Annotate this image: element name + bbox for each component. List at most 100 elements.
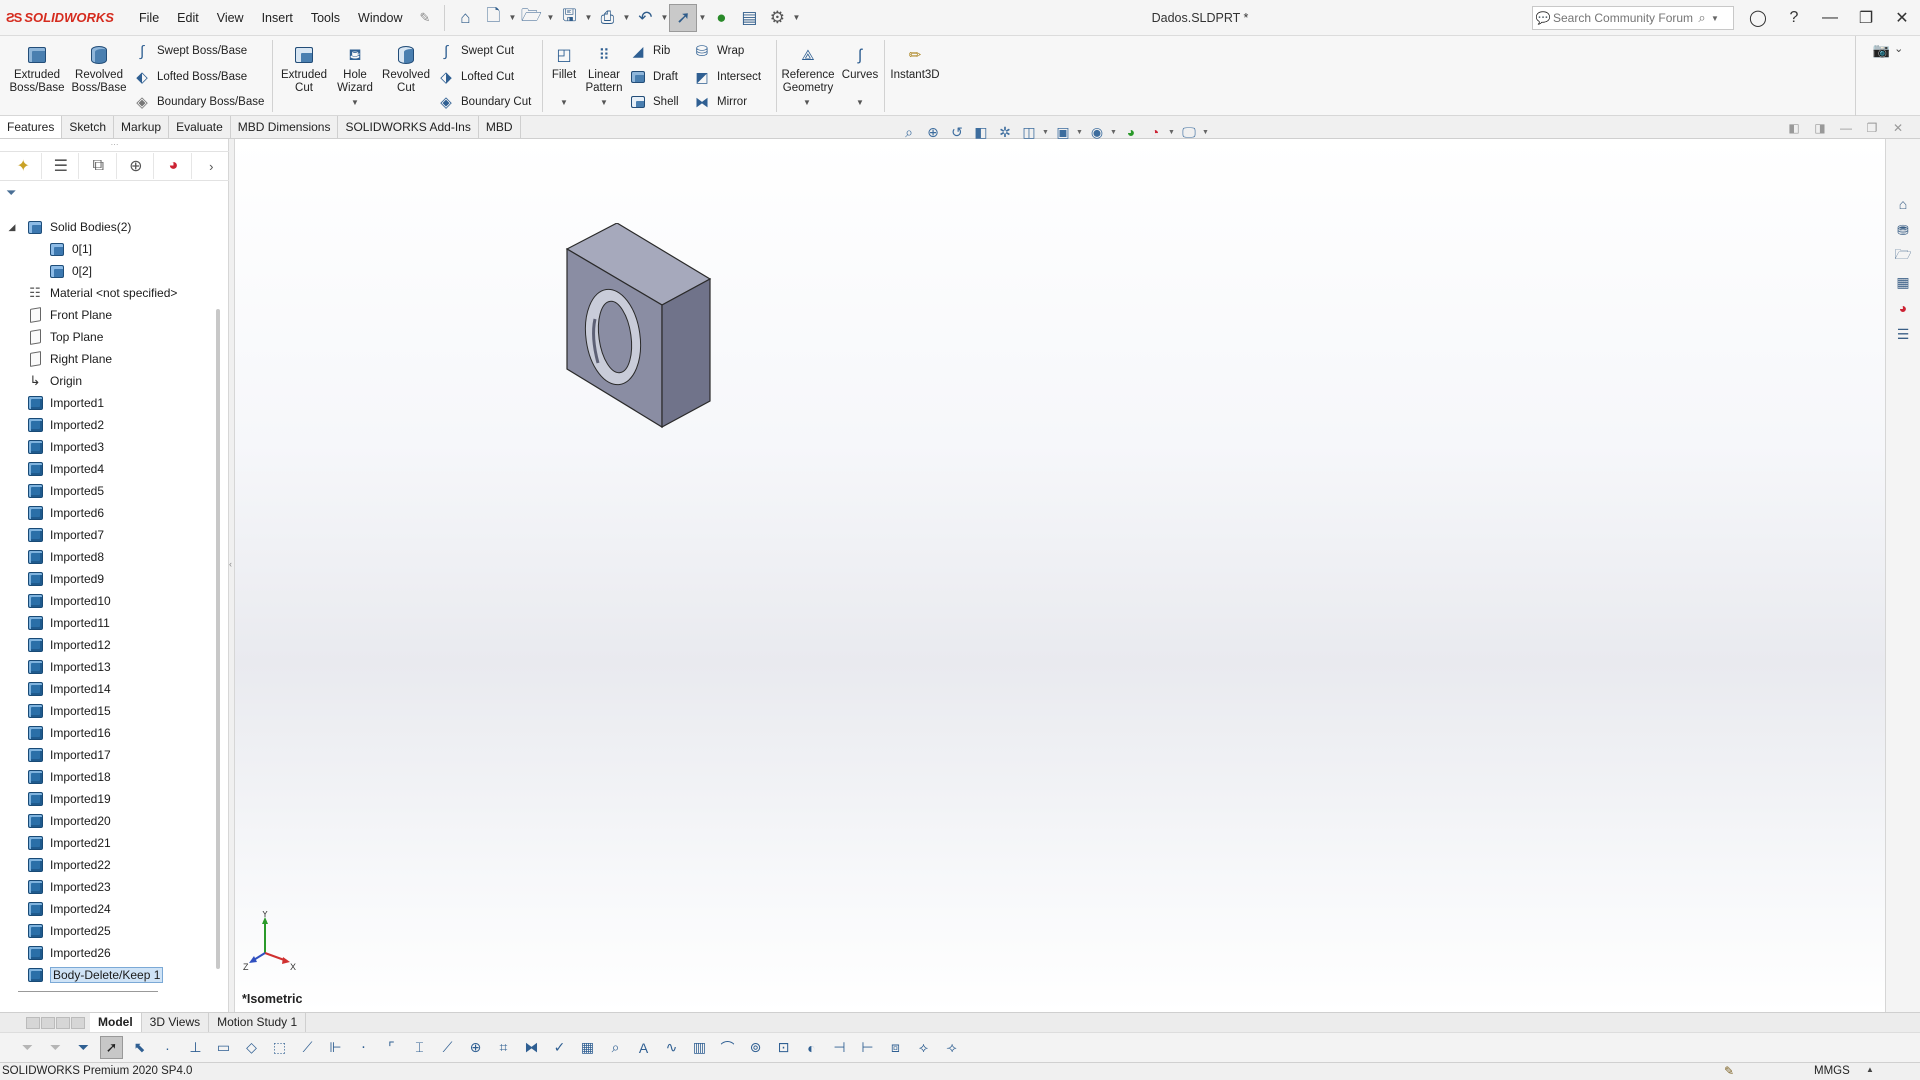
- instant3d-button[interactable]: ✏ Instant3D: [886, 44, 944, 82]
- tree-item-imported[interactable]: Imported1: [0, 392, 216, 414]
- hole-icon[interactable]: ⊚: [744, 1036, 767, 1059]
- plane-sketch-icon[interactable]: ◇: [240, 1036, 263, 1059]
- check-sketch-icon[interactable]: ✓: [548, 1036, 571, 1059]
- tab-sketch[interactable]: Sketch: [62, 116, 115, 138]
- custom-properties-icon[interactable]: ☰: [1890, 323, 1916, 345]
- view-settings-dropdown-icon[interactable]: ▼: [1202, 129, 1210, 136]
- intersect-button[interactable]: ◩ Intersect: [692, 66, 761, 88]
- smart-mate-icon[interactable]: ⊣: [828, 1036, 851, 1059]
- save-icon[interactable]: 🖫: [555, 4, 583, 32]
- tree-item-imported[interactable]: Imported4: [0, 458, 216, 480]
- fillet-corner-icon[interactable]: ⌜: [380, 1036, 403, 1059]
- rib-button[interactable]: ◢ Rib: [628, 40, 671, 62]
- tree-item-imported[interactable]: Imported24: [0, 898, 216, 920]
- rebuild-status-icon[interactable]: ✎: [1724, 1064, 1734, 1078]
- help-icon[interactable]: ?: [1776, 0, 1812, 36]
- tree-item-imported[interactable]: Imported21: [0, 832, 216, 854]
- tab-mbd-dimensions[interactable]: MBD Dimensions: [231, 116, 339, 138]
- shell-button[interactable]: Shell: [628, 91, 679, 113]
- swept-boss-button[interactable]: ∫ Swept Boss/Base: [132, 40, 247, 62]
- reference-geometry-button[interactable]: ⟁ Reference Geometry: [780, 44, 836, 95]
- extend-icon[interactable]: ⟋: [436, 1036, 459, 1059]
- linear-pattern-button[interactable]: ⠿ Linear Pattern: [584, 44, 624, 95]
- trim-icon[interactable]: ⌶: [408, 1036, 431, 1059]
- reference-geometry-dropdown-icon[interactable]: ▼: [803, 98, 811, 107]
- view-orientation-dropdown-icon[interactable]: ▼: [1042, 129, 1050, 136]
- open-folder-icon[interactable]: 🗁: [517, 4, 545, 32]
- tree-item-body[interactable]: 0[1]: [0, 238, 216, 260]
- extruded-boss-button[interactable]: Extruded Boss/Base: [8, 44, 66, 95]
- tab-motion-study[interactable]: Motion Study 1: [209, 1013, 307, 1032]
- user-account-icon[interactable]: ◯: [1740, 0, 1776, 36]
- viewport-minimize-icon[interactable]: —: [1836, 121, 1856, 141]
- measure-icon[interactable]: ⌒: [716, 1036, 739, 1059]
- menu-insert[interactable]: Insert: [253, 0, 302, 36]
- dimension-icon[interactable]: ⊩: [324, 1036, 347, 1059]
- hide-show-items-icon[interactable]: ◉: [1086, 121, 1108, 143]
- zoom-to-fit-icon[interactable]: ⌕: [898, 121, 920, 143]
- print-icon[interactable]: ⎙: [593, 4, 621, 32]
- collapse-icon[interactable]: ◢: [6, 222, 18, 233]
- units-menu-arrow-icon[interactable]: ▲: [1866, 1065, 1874, 1074]
- linear-pattern-dropdown-icon[interactable]: ▼: [600, 98, 608, 107]
- solidworks-resources-home-icon[interactable]: ⌂: [1890, 193, 1916, 215]
- tree-item-imported[interactable]: Imported20: [0, 810, 216, 832]
- appearance-icon[interactable]: ◐: [800, 1036, 823, 1059]
- apply-scene-dropdown-icon[interactable]: ▼: [1168, 129, 1176, 136]
- property-manager-tab-icon[interactable]: ☰: [44, 153, 80, 179]
- table-icon[interactable]: ▦: [576, 1036, 599, 1059]
- first-tab-arrow-icon[interactable]: [26, 1016, 40, 1029]
- tree-item-body-delete-keep[interactable]: Body-Delete/Keep 1: [0, 964, 216, 986]
- display-style-icon[interactable]: ▣: [1052, 121, 1074, 143]
- section-view-icon[interactable]: ◧: [970, 121, 992, 143]
- apply-scene-icon[interactable]: ◔: [1144, 121, 1166, 143]
- dimxpert-manager-tab-icon[interactable]: ⊕: [119, 153, 155, 179]
- viewport-close-icon[interactable]: ✕: [1888, 121, 1908, 141]
- revolved-cut-button[interactable]: Revolved Cut: [380, 44, 432, 95]
- search-input[interactable]: [1553, 11, 1693, 25]
- undo-dropdown-icon[interactable]: ▼: [659, 13, 669, 22]
- tab-evaluate[interactable]: Evaluate: [169, 116, 231, 138]
- viewport-restore-icon[interactable]: ❐: [1862, 121, 1882, 141]
- view-orientation-icon[interactable]: ◫: [1018, 121, 1040, 143]
- restore-icon[interactable]: ❐: [1848, 0, 1884, 36]
- design-library-icon[interactable]: ⛃: [1890, 219, 1916, 241]
- rectangle-icon[interactable]: ▭: [212, 1036, 235, 1059]
- open-dropdown-icon[interactable]: ▼: [545, 13, 555, 22]
- configuration-manager-tab-icon[interactable]: ⧉: [81, 153, 117, 179]
- centerline-icon[interactable]: ⊥: [184, 1036, 207, 1059]
- menu-window[interactable]: Window: [349, 0, 411, 36]
- zoom-to-area-icon[interactable]: ⊕: [922, 121, 944, 143]
- add-relation-icon[interactable]: ⊢: [856, 1036, 879, 1059]
- tree-item-imported[interactable]: Imported23: [0, 876, 216, 898]
- tree-item-imported[interactable]: Imported18: [0, 766, 216, 788]
- swept-cut-button[interactable]: ∫ Swept Cut: [436, 40, 514, 62]
- select-cursor-icon[interactable]: ➚: [669, 3, 698, 32]
- file-properties-icon[interactable]: ▤: [735, 4, 763, 32]
- menu-view[interactable]: View: [208, 0, 253, 36]
- collapse-chevron-icon[interactable]: ⌄: [1894, 42, 1903, 55]
- vertex-icon[interactable]: ⋅: [352, 1036, 375, 1059]
- offset-icon[interactable]: ⌗: [492, 1036, 515, 1059]
- point-icon[interactable]: ·: [156, 1036, 179, 1059]
- tree-item-origin[interactable]: ↳ Origin: [0, 370, 216, 392]
- mirror-entities-icon[interactable]: ⧓: [520, 1036, 543, 1059]
- tree-item-imported[interactable]: Imported12: [0, 634, 216, 656]
- graphics-area[interactable]: Y X Z *Isometric: [235, 139, 1885, 1012]
- text-icon[interactable]: A: [632, 1036, 655, 1059]
- hole-wizard-button[interactable]: ⛾ Hole Wizard: [334, 44, 376, 95]
- search-dropdown-icon[interactable]: ▼: [1711, 14, 1723, 23]
- rapid-sketch-icon[interactable]: ⟢: [940, 1036, 963, 1059]
- tree-item-imported[interactable]: Imported6: [0, 502, 216, 524]
- file-explorer-icon[interactable]: 🗁: [1890, 245, 1916, 267]
- filter-edges-icon[interactable]: ⏷: [44, 1036, 67, 1059]
- tile-left-icon[interactable]: ◧: [1784, 121, 1804, 141]
- menu-edit[interactable]: Edit: [168, 0, 208, 36]
- tree-item-front-plane[interactable]: Front Plane: [0, 304, 216, 326]
- options-dropdown-icon[interactable]: ▼: [791, 13, 801, 22]
- solidworks-logo[interactable]: ƧS SOLIDWORKS: [0, 0, 130, 36]
- spline-icon[interactable]: ∿: [660, 1036, 683, 1059]
- new-document-icon[interactable]: 🗋: [479, 4, 507, 32]
- lofted-boss-button[interactable]: ⬖ Lofted Boss/Base: [132, 66, 247, 88]
- previous-view-icon[interactable]: ↺: [946, 121, 968, 143]
